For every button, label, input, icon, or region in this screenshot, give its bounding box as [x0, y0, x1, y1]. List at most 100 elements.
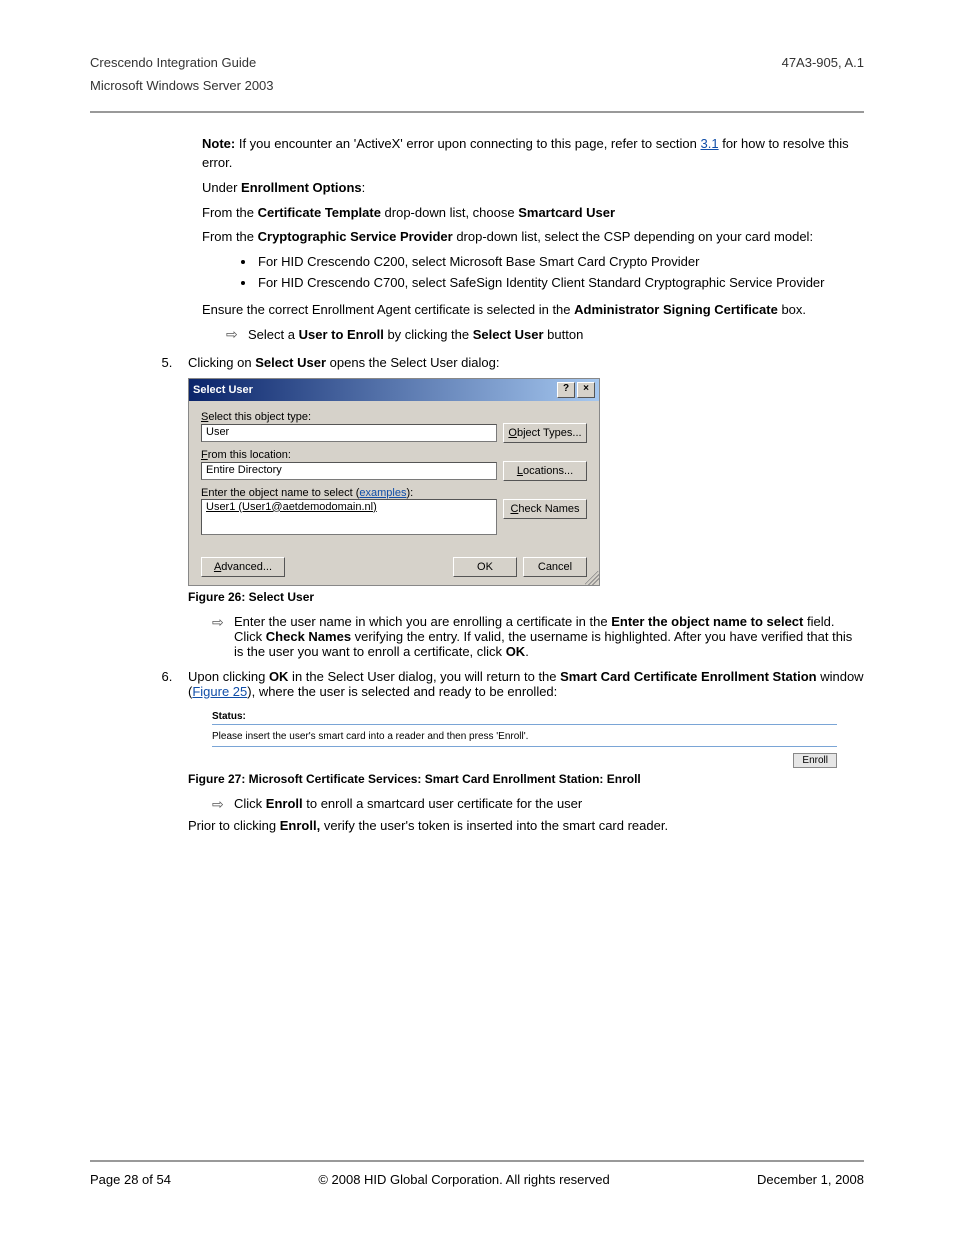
u: O: [508, 427, 517, 439]
footer-copyright: © 2008 HID Global Corporation. All right…: [318, 1172, 609, 1187]
csp-line: From the Cryptographic Service Provider …: [202, 228, 864, 247]
txt: Click: [234, 796, 266, 811]
txt-bold: OK: [269, 669, 289, 684]
note-paragraph: Note: If you encounter an 'ActiveX' erro…: [202, 135, 864, 173]
txt-bold: User to Enroll: [299, 327, 384, 342]
figure-27-caption: Figure 27: Microsoft Certificate Service…: [188, 772, 864, 786]
txt-bold: Cryptographic Service Provider: [258, 229, 453, 244]
from-location-label: From this location:: [201, 449, 587, 461]
cancel-button[interactable]: Cancel: [523, 557, 587, 577]
help-button[interactable]: ?: [557, 382, 575, 398]
header-subtitle: Microsoft Windows Server 2003: [90, 78, 864, 93]
dialog-body: Select this object type: User Object Typ…: [189, 401, 599, 547]
close-button[interactable]: ×: [577, 382, 595, 398]
u: F: [201, 449, 208, 461]
from-location-field[interactable]: Entire Directory: [201, 462, 497, 480]
body-content: Note: If you encounter an 'ActiveX' erro…: [202, 135, 864, 345]
arrow-enter-username: ⇨ Enter the user name in which you are e…: [212, 614, 864, 659]
txt-bold: Administrator Signing Certificate: [574, 302, 778, 317]
resize-grip-icon[interactable]: [585, 571, 599, 585]
txt: Ensure the correct Enrollment Agent cert…: [202, 302, 574, 317]
arrow-text: Enter the user name in which you are enr…: [234, 614, 864, 659]
txt: Select a: [248, 327, 299, 342]
dialog-buttons: Advanced... OK Cancel: [189, 547, 599, 585]
txt: drop-down list, choose: [381, 205, 518, 220]
document-page: Crescendo Integration Guide 47A3-905, A.…: [0, 0, 954, 1235]
advanced-button[interactable]: Advanced...: [201, 557, 285, 577]
txt: From the: [202, 229, 258, 244]
txt: dvanced...: [221, 561, 272, 573]
arrow-text: Click Enroll to enroll a smartcard user …: [234, 796, 864, 811]
txt-bold: Enrollment Options: [241, 180, 362, 195]
examples-link[interactable]: examples: [359, 487, 406, 499]
txt: box.: [778, 302, 806, 317]
txt: .: [525, 644, 529, 659]
txt-bold: Certificate Template: [258, 205, 381, 220]
txt: Clicking on: [188, 355, 255, 370]
txt: heck Names: [518, 503, 579, 515]
cert-template-line: From the Certificate Template drop-down …: [202, 204, 864, 223]
txt-bold: Enter the object name to select: [611, 614, 803, 629]
bullet-c200: For HID Crescendo C200, select Microsoft…: [256, 253, 864, 272]
note-link[interactable]: 3.1: [701, 136, 719, 151]
page-footer: Page 28 of 54 © 2008 HID Global Corporat…: [90, 1160, 864, 1187]
locations-button[interactable]: Locations...: [503, 461, 587, 481]
txt: in the Select User dialog, you will retu…: [288, 669, 560, 684]
txt-bold: Select User: [473, 327, 544, 342]
page-header: Crescendo Integration Guide 47A3-905, A.…: [90, 55, 864, 93]
bullet-c700: For HID Crescendo C700, select SafeSign …: [256, 274, 864, 293]
enroll-intro: Under Enrollment Options:: [202, 179, 864, 198]
arrow-text: Select a User to Enroll by clicking the …: [248, 326, 864, 345]
object-type-field[interactable]: User: [201, 424, 497, 442]
txt-bold: Check Names: [266, 629, 351, 644]
txt: From the: [202, 205, 258, 220]
arrow-select-user: ⇨ Select a User to Enroll by clicking th…: [226, 326, 864, 345]
txt-bold: Enroll,: [280, 818, 320, 833]
txt: drop-down list, select the CSP depending…: [453, 229, 813, 244]
object-types-button[interactable]: Object Types...: [503, 423, 587, 443]
step-5: Clicking on Select User opens the Select…: [176, 355, 864, 659]
txt: to enroll a smartcard user certificate f…: [303, 796, 583, 811]
header-rule: [90, 111, 864, 113]
dialog-title: Select User: [193, 384, 253, 396]
select-user-dialog: Select User ? × Select this object type:…: [188, 378, 600, 586]
txt: ), where the user is selected and ready …: [247, 684, 557, 699]
txt: button: [544, 327, 584, 342]
prior-to-enroll: Prior to clicking Enroll, verify the use…: [188, 818, 864, 833]
object-type-label: Select this object type:: [201, 411, 587, 423]
txt: Enter the object name to select (: [201, 487, 359, 499]
admin-cert-line: Ensure the correct Enrollment Agent cert…: [202, 301, 864, 320]
txt: bject Types...: [517, 427, 582, 439]
header-title-right: 47A3-905, A.1: [782, 55, 864, 70]
figure-26-caption: Figure 26: Select User: [188, 590, 864, 604]
step-6: Upon clicking OK in the Select User dial…: [176, 669, 864, 834]
txt: Upon clicking: [188, 669, 269, 684]
header-title-left: Crescendo Integration Guide: [90, 55, 256, 70]
footer-date: December 1, 2008: [757, 1172, 864, 1187]
csp-bullets: For HID Crescendo C200, select Microsoft…: [256, 253, 864, 293]
arrow-icon: ⇨: [226, 326, 248, 343]
figure-25-link[interactable]: Figure 25: [192, 684, 247, 699]
footer-page: Page 28 of 54: [90, 1172, 171, 1187]
txt: opens the Select User dialog:: [326, 355, 499, 370]
note-label: Note:: [202, 136, 235, 151]
txt-bold: Enroll: [266, 796, 303, 811]
txt-bold: Smartcard User: [518, 205, 615, 220]
txt: Enter the user name in which you are enr…: [234, 614, 611, 629]
arrow-icon: ⇨: [212, 796, 234, 813]
note-text-1: If you encounter an 'ActiveX' error upon…: [235, 136, 700, 151]
check-names-button[interactable]: Check Names: [503, 499, 587, 519]
object-name-field[interactable]: User1 (User1@aetdemodomain.nl): [201, 499, 497, 535]
ok-button[interactable]: OK: [453, 557, 517, 577]
status-message: Please insert the user's smart card into…: [212, 727, 837, 747]
txt: :: [362, 180, 366, 195]
enroll-button[interactable]: Enroll: [793, 753, 837, 768]
txt: rom this location:: [208, 449, 291, 461]
txt: ):: [406, 487, 413, 499]
dialog-titlebar: Select User ? ×: [189, 379, 599, 401]
object-name-label: Enter the object name to select (example…: [201, 487, 587, 499]
status-label: Status:: [212, 709, 837, 725]
txt: by clicking the: [384, 327, 473, 342]
figure-27: Status: Please insert the user's smart c…: [212, 709, 837, 768]
txt-bold: Select User: [255, 355, 326, 370]
